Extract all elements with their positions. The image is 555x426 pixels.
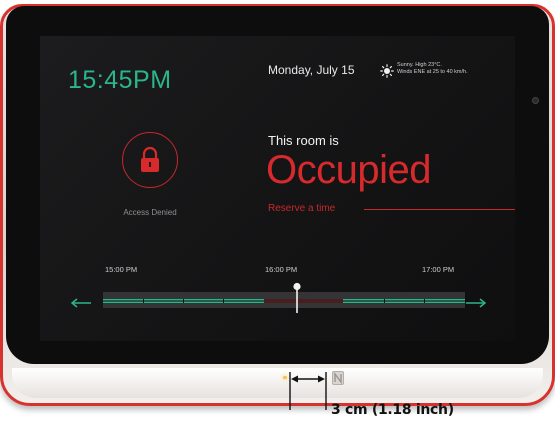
camera-icon — [532, 97, 539, 104]
lock-icon — [141, 146, 159, 172]
timeline-busy-slot — [264, 299, 343, 303]
timeline-label-16: 16:00 PM — [265, 265, 298, 274]
timeline-free-slot[interactable] — [343, 299, 465, 303]
display-screen: 15:45PM Monday, July 15 Sunny. High 23°C… — [40, 36, 515, 341]
measurement-label: 3 cm (1.18 inch) — [331, 402, 454, 418]
timeline-track[interactable] — [103, 292, 465, 308]
access-denied-label: Access Denied — [123, 208, 177, 217]
timeline-tick — [384, 299, 385, 303]
arrow-right-icon[interactable] — [465, 298, 487, 308]
weather-text: Sunny. High 23°C. Winds ENE at 25 to 40 … — [397, 62, 507, 76]
timeline-tick — [223, 299, 224, 303]
room-heading: This room is — [268, 133, 339, 148]
timeline-label-17: 17:00 PM — [422, 265, 455, 274]
reserve-time-link[interactable]: Reserve a time — [268, 203, 335, 214]
measurement-annotation — [289, 372, 327, 410]
weather-line-1: Sunny. High 23°C. — [397, 62, 442, 68]
room-status: Occupied — [266, 148, 431, 192]
arrow-left-icon[interactable] — [70, 298, 92, 308]
timeline-tick — [143, 299, 144, 303]
date-label: Monday, July 15 — [268, 63, 355, 77]
access-lock-button[interactable] — [122, 132, 178, 188]
tablet-chin — [12, 368, 543, 398]
clock: 15:45PM — [68, 66, 172, 94]
sun-icon — [380, 64, 394, 78]
timeline-label-15: 15:00 PM — [105, 265, 138, 274]
weather-line-2: Winds ENE at 25 to 40 km/h. — [397, 69, 468, 75]
timeline-tick — [424, 299, 425, 303]
current-time-marker — [293, 282, 301, 313]
timeline-tick — [183, 299, 184, 303]
reserve-divider — [364, 209, 515, 210]
